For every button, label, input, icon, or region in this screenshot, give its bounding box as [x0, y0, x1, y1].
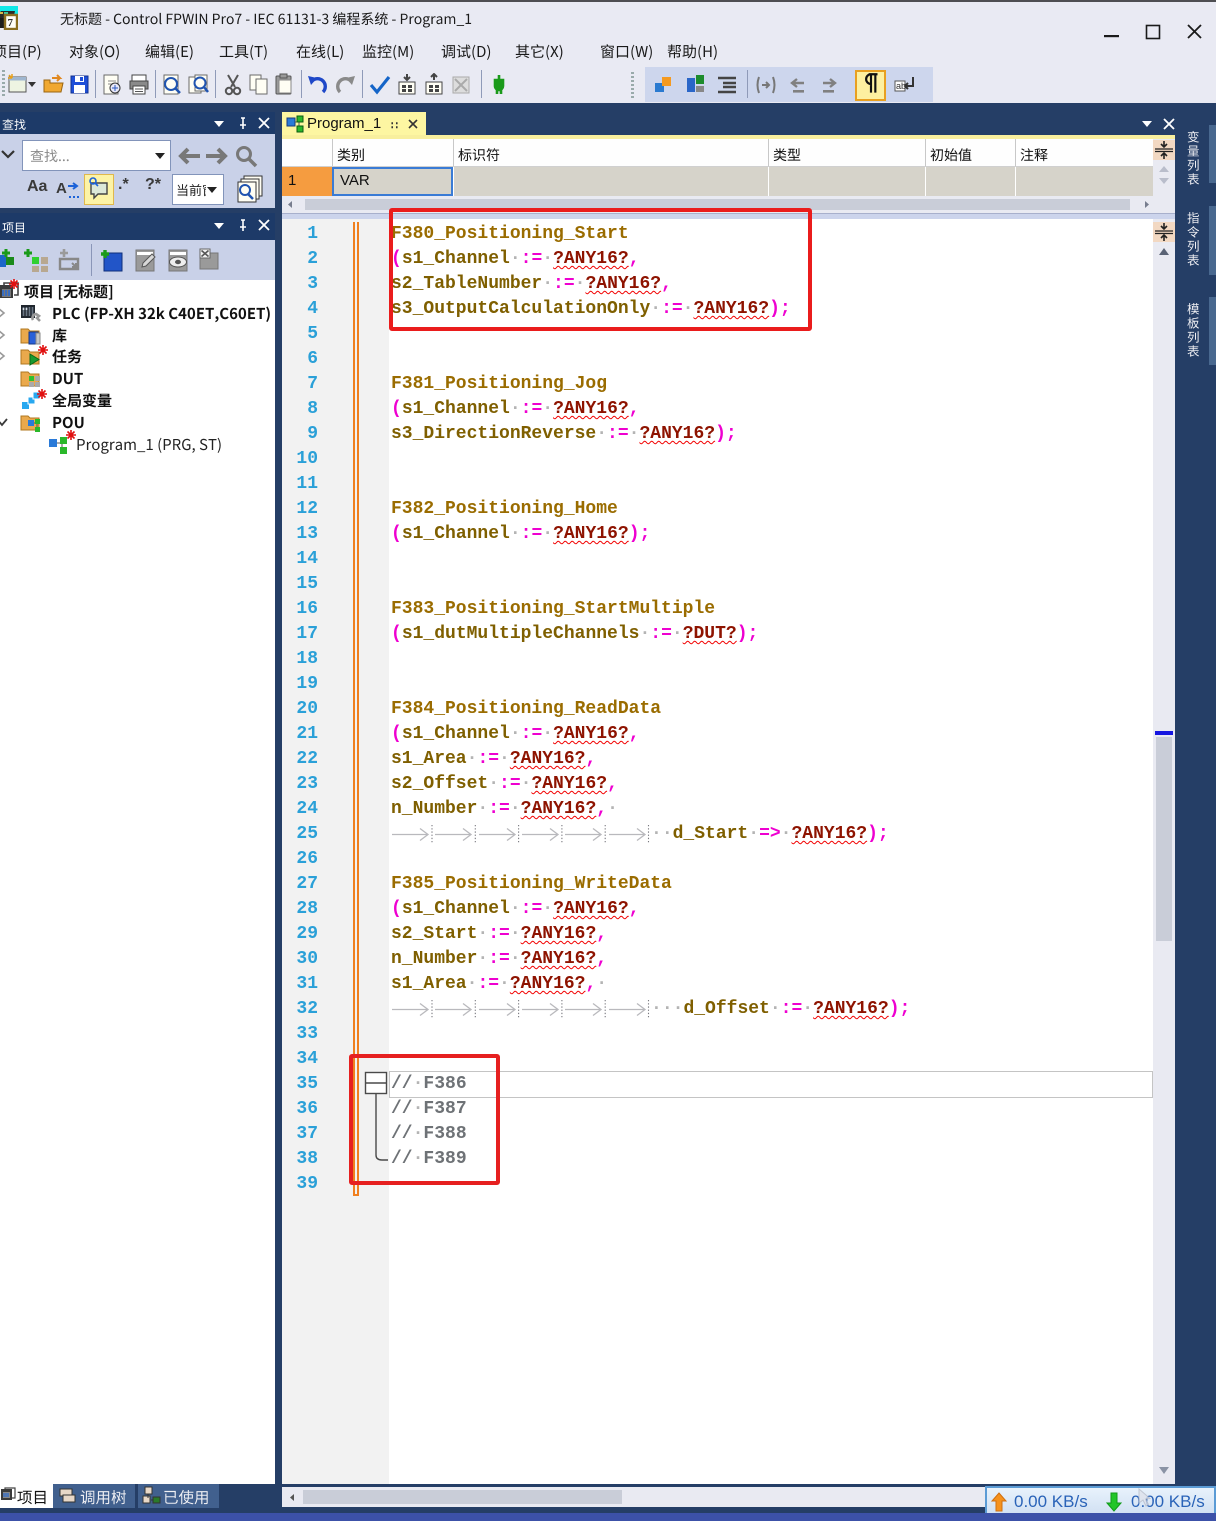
- svg-text:A: A: [56, 180, 67, 197]
- svg-text:7: 7: [8, 17, 14, 29]
